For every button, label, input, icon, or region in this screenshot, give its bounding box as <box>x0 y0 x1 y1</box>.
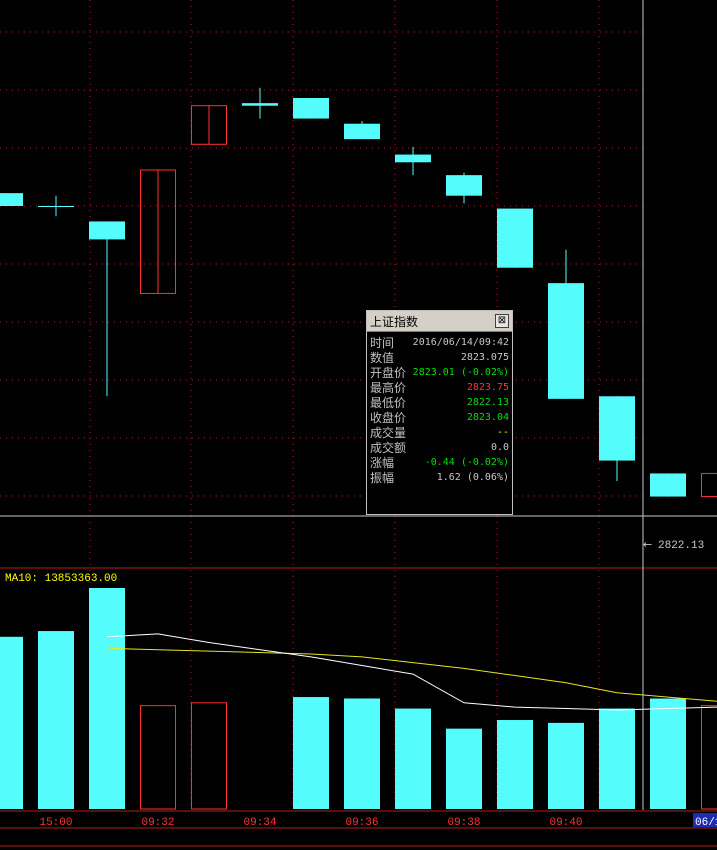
candlestick-series <box>0 87 717 498</box>
volume-bar <box>0 636 23 809</box>
volume-bar <box>344 698 380 809</box>
candle-body <box>344 123 380 140</box>
volume-bar <box>650 698 686 809</box>
time-label: 09:38 <box>447 817 480 829</box>
info-popup[interactable]: 上证指数 ⊠ 时间 2016/06/14/09:42 数值 2823.075 开盘价 28… <box>366 310 513 515</box>
candle-body <box>38 206 74 207</box>
candle-body <box>548 283 584 399</box>
ma-line-white <box>106 633 717 711</box>
candle-body <box>701 472 717 498</box>
popup-row: 开盘价 2823.01 (-0.02%) <box>367 365 512 380</box>
time-label: 09:32 <box>141 817 174 829</box>
popup-row: 数值 2823.075 <box>367 350 512 365</box>
candle-body <box>242 103 278 106</box>
volume-bar <box>140 705 176 810</box>
popup-row-value: 2823.75 <box>466 382 509 393</box>
popup-row-label: 振幅 <box>370 471 395 485</box>
time-label: 15:00 <box>39 817 72 829</box>
volume-bar <box>599 708 635 809</box>
popup-row-value: 1.62 (0.06%) <box>436 472 509 483</box>
candle-body <box>497 208 533 268</box>
volume-bar <box>701 705 717 810</box>
popup-row: 最高价 2823.75 <box>367 380 512 395</box>
time-label: 06/14 09:42 <box>695 817 717 829</box>
popup-title: 上证指数 <box>370 314 419 329</box>
time-label: 09:40 <box>549 817 582 829</box>
popup-row: 成交额 0.0 <box>367 440 512 455</box>
volume-series <box>0 588 717 810</box>
popup-row-value: -- <box>496 427 509 438</box>
popup-row-value: 0.0 <box>490 442 509 453</box>
popup-row-value: 2823.01 (-0.02%) <box>412 367 509 378</box>
time-label: 09:36 <box>345 817 378 829</box>
popup-row-value: 2822.13 <box>466 397 509 408</box>
popup-row: 成交量 -- <box>367 425 512 440</box>
candle-body <box>293 98 329 119</box>
popup-row-value: 2823.04 <box>466 412 509 423</box>
popup-row: 涨幅 -0.44 (-0.02%) <box>367 455 512 470</box>
price-marker-arrow-icon: ← <box>643 538 652 551</box>
time-label: 09:34 <box>243 817 276 829</box>
popup-row: 时间 2016/06/14/09:42 <box>367 335 512 350</box>
popup-row-value: 2823.075 <box>460 352 509 363</box>
candle-body <box>446 175 482 196</box>
volume-bar <box>497 720 533 809</box>
price-marker-label: 2822.13 <box>658 540 704 552</box>
volume-bar <box>89 588 125 809</box>
volume-bar <box>38 631 74 809</box>
volume-bar <box>548 722 584 809</box>
volume-bar <box>293 697 329 809</box>
moving-average-lines <box>106 633 717 711</box>
popup-row-value: -0.44 (-0.02%) <box>424 457 509 468</box>
volume-bar <box>191 702 227 810</box>
popup-row: 振幅 1.62 (0.06%) <box>367 470 512 485</box>
time-axis: 15:00 09:32 09:34 09:36 09:38 09:40 06/14 09:4… <box>39 813 717 829</box>
popup-row: 收盘价 2823.04 <box>367 410 512 425</box>
close-icon[interactable]: ⊠ <box>495 314 509 328</box>
popup-row: 最低价 2822.13 <box>367 395 512 410</box>
candle-body <box>89 221 125 240</box>
volume-bar <box>395 708 431 809</box>
candle-body <box>395 154 431 163</box>
candle-body <box>599 396 635 461</box>
popup-rows: 时间 2016/06/14/09:42 数值 2823.075 开盘价 2823.01 (… <box>367 332 512 485</box>
candle-body <box>650 473 686 497</box>
popup-row-value: 2016/06/14/09:42 <box>412 337 509 348</box>
chart-canvas: 15:00 09:32 09:34 09:36 09:38 09:40 06/14 09:4… <box>0 0 717 847</box>
candle-body <box>0 193 23 206</box>
ma10-label: MA10: 13853363.00 <box>5 573 117 585</box>
popup-titlebar[interactable]: 上证指数 ⊠ <box>367 311 512 332</box>
volume-bar <box>446 728 482 809</box>
ma-line-yellow <box>106 647 717 702</box>
